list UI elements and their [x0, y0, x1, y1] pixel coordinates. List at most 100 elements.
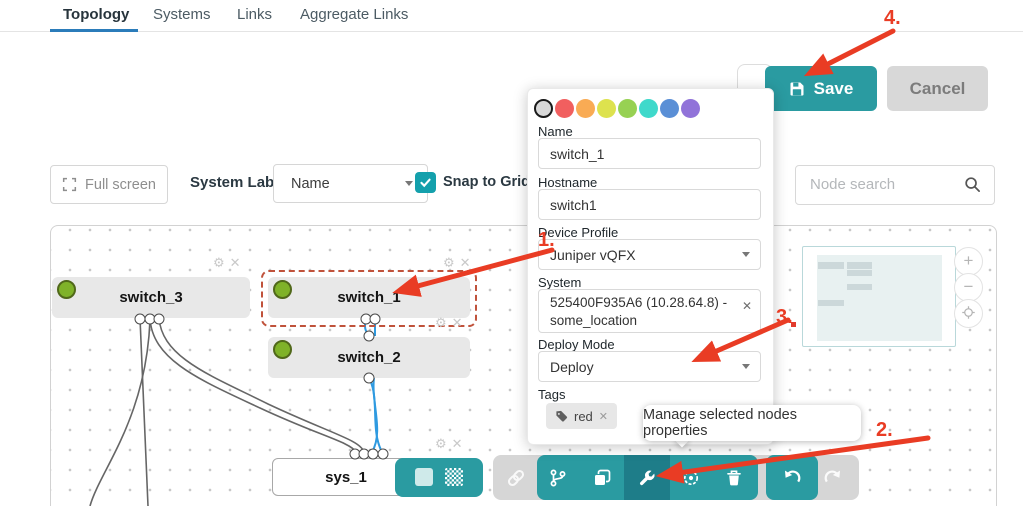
cancel-button[interactable]: Cancel — [887, 66, 988, 111]
port[interactable] — [363, 372, 375, 384]
tab-systems[interactable]: Systems — [153, 6, 211, 23]
color-swatch[interactable] — [597, 99, 616, 118]
minimap-node — [818, 300, 844, 306]
copy-icon[interactable] — [593, 469, 611, 487]
gear-icon[interactable]: ⚙ — [435, 315, 447, 331]
close-icon[interactable]: ✕ — [460, 255, 471, 271]
system-select[interactable]: 525400F935A6 (10.28.64.8) - some_locatio… — [538, 289, 761, 333]
deploy-mode-select[interactable]: Deploy — [538, 351, 761, 382]
save-label: Save — [813, 78, 854, 98]
step-label-3: 3. — [776, 306, 793, 328]
zoom-fit-button[interactable] — [954, 299, 983, 328]
port[interactable] — [153, 313, 165, 325]
target-icon[interactable] — [682, 469, 700, 487]
save-button[interactable]: Save — [765, 66, 877, 111]
color-swatches — [534, 99, 700, 118]
name-field[interactable] — [538, 138, 761, 169]
color-swatch[interactable] — [660, 99, 679, 118]
remove-tag-icon[interactable]: ✕ — [599, 410, 608, 423]
solid-fill-icon[interactable] — [415, 468, 433, 486]
name-field-label: Name — [538, 124, 573, 139]
step-label-4: 4. — [884, 7, 901, 29]
redo-icon[interactable] — [824, 469, 842, 487]
snap-to-grid-checkbox[interactable] — [415, 172, 436, 193]
search-icon — [965, 177, 980, 192]
color-swatch[interactable] — [618, 99, 637, 118]
zoom-out-button[interactable]: − — [954, 273, 983, 302]
deploy-mode-label: Deploy Mode — [538, 337, 615, 352]
device-profile-value: Juniper vQFX — [550, 246, 636, 263]
crosshair-icon — [962, 306, 975, 319]
port[interactable] — [369, 313, 381, 325]
chevron-down-icon — [742, 364, 750, 369]
color-swatch[interactable] — [576, 99, 595, 118]
tag-chip: red ✕ — [546, 403, 618, 429]
node-search-box — [795, 165, 995, 205]
tag-icon — [556, 410, 568, 422]
port[interactable] — [363, 330, 375, 342]
toolbar-action-group — [537, 455, 758, 500]
color-swatch[interactable] — [639, 99, 658, 118]
undo-button-group — [766, 455, 818, 500]
gear-icon[interactable]: ⚙ — [443, 255, 455, 271]
node-actions: ⚙ ✕ — [443, 255, 471, 271]
device-profile-select[interactable]: Juniper vQFX — [538, 239, 761, 270]
tag-name: red — [574, 408, 593, 424]
zoom-in-button[interactable]: + — [954, 247, 983, 276]
color-swatch[interactable] — [555, 99, 574, 118]
close-icon[interactable]: ✕ — [452, 436, 463, 452]
tooltip: Manage selected nodes properties — [643, 405, 861, 441]
color-swatch[interactable] — [681, 99, 700, 118]
status-dot — [273, 340, 292, 359]
gear-icon[interactable]: ⚙ — [435, 436, 447, 452]
canvas-toolbar — [493, 455, 859, 500]
color-swatch[interactable] — [534, 99, 553, 118]
minimap-node — [847, 270, 872, 276]
minimap-node — [818, 262, 844, 269]
step-label-2: 2. — [876, 419, 893, 441]
status-dot — [57, 280, 76, 299]
trash-icon[interactable] — [725, 469, 743, 487]
system-label-select[interactable]: Name — [273, 164, 428, 203]
node-switch-1[interactable]: switch_1 — [268, 277, 470, 318]
tab-links[interactable]: Links — [237, 6, 272, 23]
chevron-down-icon — [405, 181, 413, 186]
clear-system-icon[interactable]: ✕ — [742, 297, 752, 315]
node-fill-style-toolbar — [395, 458, 483, 497]
system-field-label: System — [538, 275, 582, 290]
snap-to-grid-label: Snap to Grid — [443, 174, 530, 190]
tab-aggregate-links[interactable]: Aggregate Links — [300, 6, 408, 23]
hostname-field[interactable] — [538, 189, 761, 220]
step-label-1: 1. — [538, 229, 555, 251]
node-actions: ⚙ ✕ — [213, 255, 241, 271]
floppy-icon — [790, 82, 804, 95]
node-switch-3[interactable]: switch_3 — [52, 277, 250, 318]
pattern-fill-icon[interactable] — [445, 468, 463, 486]
undo-icon[interactable] — [783, 469, 801, 487]
minimap-node — [847, 284, 872, 290]
fullscreen-label: Full screen — [85, 176, 156, 193]
tags-label: Tags — [538, 387, 566, 402]
tab-topology[interactable]: Topology — [63, 6, 129, 23]
gear-icon[interactable]: ⚙ — [213, 255, 225, 271]
minimap-node — [847, 262, 872, 269]
arrow-4 — [803, 28, 896, 77]
fullscreen-button[interactable]: Full screen — [50, 165, 168, 204]
minimap[interactable] — [802, 246, 956, 347]
hostname-field-label: Hostname — [538, 175, 598, 190]
chevron-down-icon — [742, 252, 750, 257]
link-icon[interactable] — [507, 469, 525, 487]
status-dot — [273, 280, 292, 299]
close-icon[interactable]: ✕ — [230, 255, 241, 271]
branch-icon[interactable] — [549, 469, 567, 487]
node-actions: ⚙ ✕ — [435, 315, 463, 331]
minimap-viewport — [817, 255, 942, 341]
fullscreen-icon — [62, 177, 77, 192]
wrench-icon[interactable] — [638, 469, 656, 487]
active-tab-underline — [50, 29, 138, 32]
close-icon[interactable]: ✕ — [452, 315, 463, 331]
port[interactable] — [377, 448, 389, 460]
node-search-input[interactable] — [796, 166, 970, 202]
tab-bar: Topology Systems Links Aggregate Links — [0, 0, 1023, 32]
system-value: 525400F935A6 (10.28.64.8) - some_locatio… — [550, 295, 728, 328]
